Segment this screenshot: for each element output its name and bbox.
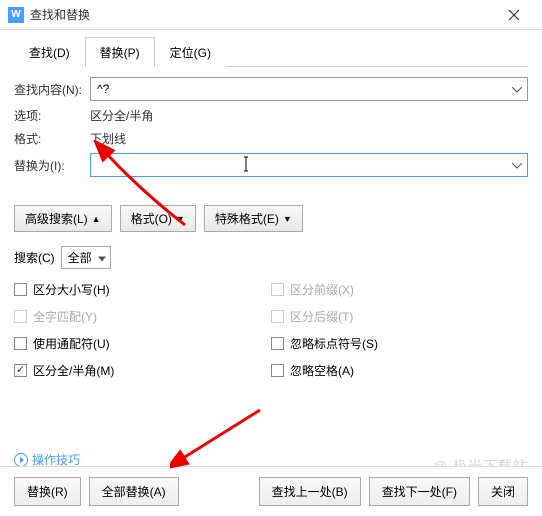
play-circle-icon: [14, 453, 28, 467]
scope-label: 搜索(C): [14, 249, 55, 266]
format-button[interactable]: 格式(O) ▼: [120, 205, 196, 232]
replace-button[interactable]: 替换(R): [14, 477, 81, 506]
special-format-label: 特殊格式(E): [215, 210, 279, 227]
dialog-content: 查找(D) 替换(P) 定位(G) 查找内容(N): 选项: 区分全/半角 格式…: [0, 30, 542, 395]
format-button-label: 格式(O): [131, 210, 172, 227]
replace-label: 替换为(I):: [14, 157, 90, 174]
checkbox-icon: [14, 337, 27, 350]
tab-goto[interactable]: 定位(G): [155, 37, 226, 67]
checkbox-suffix: 区分后缀(T): [271, 308, 528, 325]
find-prev-button[interactable]: 查找上一处(B): [259, 477, 361, 506]
close-button[interactable]: 关闭: [478, 477, 528, 506]
replace-row: 替换为(I):: [14, 153, 528, 177]
checkbox-grid: 区分大小写(H) 全字匹配(Y) 使用通配符(U) 区分全/半角(M) 区分前缀…: [14, 281, 528, 379]
close-window-button[interactable]: [494, 1, 534, 29]
find-label: 查找内容(N):: [14, 81, 90, 98]
checkbox-wildcard[interactable]: 使用通配符(U): [14, 335, 271, 352]
replace-all-button[interactable]: 全部替换(A): [89, 477, 179, 506]
footer: 替换(R) 全部替换(A) 查找上一处(B) 查找下一处(F) 关闭: [0, 466, 542, 516]
checkbox-label: 使用通配符(U): [33, 335, 110, 352]
tab-find[interactable]: 查找(D): [14, 37, 85, 67]
find-next-button[interactable]: 查找下一处(F): [369, 477, 470, 506]
chevron-up-icon: ▲: [92, 214, 101, 224]
annotation-arrow: [170, 400, 270, 470]
tab-replace[interactable]: 替换(P): [85, 37, 155, 67]
checkbox-label: 忽略空格(A): [290, 362, 354, 379]
advanced-search-label: 高级搜索(L): [25, 210, 88, 227]
scope-value: 全部: [68, 249, 92, 266]
checkbox-whole-word: 全字匹配(Y): [14, 308, 271, 325]
checkbox-label: 区分大小写(H): [33, 281, 110, 298]
search-scope-row: 搜索(C) 全部: [14, 246, 528, 269]
checkbox-ignore-punct[interactable]: 忽略标点符号(S): [271, 335, 528, 352]
checkbox-label: 区分后缀(T): [290, 308, 353, 325]
format-row: 格式: 下划线: [14, 130, 528, 147]
options-value: 区分全/半角: [90, 107, 528, 124]
checkbox-label: 忽略标点符号(S): [290, 335, 378, 352]
options-button-row: 高级搜索(L) ▲ 格式(O) ▼ 特殊格式(E) ▼: [14, 205, 528, 232]
replace-input[interactable]: [90, 153, 528, 177]
checkbox-label: 全字匹配(Y): [33, 308, 97, 325]
checkbox-label: 区分前缀(X): [290, 281, 354, 298]
checkbox-icon: [271, 283, 284, 296]
tab-strip: 查找(D) 替换(P) 定位(G): [14, 36, 528, 67]
checkbox-ignore-space[interactable]: 忽略空格(A): [271, 362, 528, 379]
options-row: 选项: 区分全/半角: [14, 107, 528, 124]
chevron-down-icon: ▼: [176, 214, 185, 224]
format-label: 格式:: [14, 130, 90, 147]
checkbox-icon: [271, 364, 284, 377]
special-format-button[interactable]: 特殊格式(E) ▼: [204, 205, 303, 232]
chevron-down-icon: ▼: [283, 214, 292, 224]
checkbox-icon: [271, 337, 284, 350]
checkbox-prefix: 区分前缀(X): [271, 281, 528, 298]
checkbox-icon: [271, 310, 284, 323]
scope-select[interactable]: 全部: [61, 246, 111, 269]
checkbox-case[interactable]: 区分大小写(H): [14, 281, 271, 298]
format-value: 下划线: [90, 130, 528, 147]
app-icon: W: [8, 7, 24, 23]
close-icon: [508, 9, 520, 21]
options-label: 选项:: [14, 107, 90, 124]
checkbox-icon: [14, 310, 27, 323]
checkbox-label: 区分全/半角(M): [33, 362, 114, 379]
find-input[interactable]: [90, 77, 528, 101]
checkbox-fullhalf[interactable]: 区分全/半角(M): [14, 362, 271, 379]
advanced-search-button[interactable]: 高级搜索(L) ▲: [14, 205, 112, 232]
window-title: 查找和替换: [30, 6, 494, 23]
checkbox-icon: [14, 283, 27, 296]
find-row: 查找内容(N):: [14, 77, 528, 101]
checkbox-checked-icon: [14, 364, 27, 377]
title-bar: W 查找和替换: [0, 0, 542, 30]
